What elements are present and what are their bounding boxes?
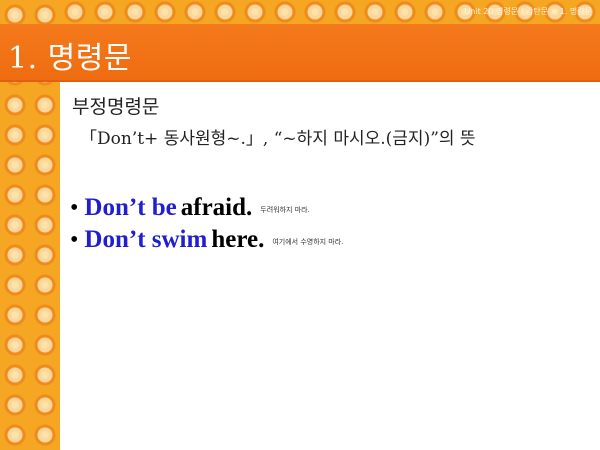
slide: Unit 20 명령문 / 감탄문 > 1. 명령문 1. 명령문 부정명령문 … bbox=[0, 0, 600, 450]
example-rest: afraid. bbox=[180, 194, 253, 221]
page-title: 1. 명령문 bbox=[8, 41, 132, 76]
bullet-icon: • bbox=[70, 227, 79, 253]
content-area: 부정명령문 「Don’t+ 동사원형~.」, “~하지 마시오.(금지)”의 뜻… bbox=[60, 82, 600, 450]
section-label: 부정명령문 bbox=[72, 96, 160, 118]
example-highlight: Don’t swim bbox=[84, 226, 208, 253]
bullet-icon: • bbox=[70, 195, 79, 221]
example-sentence-1: • Don’t be afraid. 두려워하지 마라. bbox=[70, 194, 310, 222]
example-sentence-2: • Don’t swim here. 여기에서 수영하지 마라. bbox=[70, 226, 343, 254]
example-translation: 여기에서 수영하지 마라. bbox=[272, 238, 344, 246]
example-highlight: Don’t be bbox=[84, 194, 177, 221]
breadcrumb: Unit 20 명령문 / 감탄문 > 1. 명령문 bbox=[464, 7, 592, 16]
example-rest: here. bbox=[211, 226, 265, 253]
example-translation: 두려워하지 마라. bbox=[260, 206, 310, 214]
rule-line: 「Don’t+ 동사원형~.」, “~하지 마시오.(금지)”의 뜻 bbox=[80, 129, 476, 149]
